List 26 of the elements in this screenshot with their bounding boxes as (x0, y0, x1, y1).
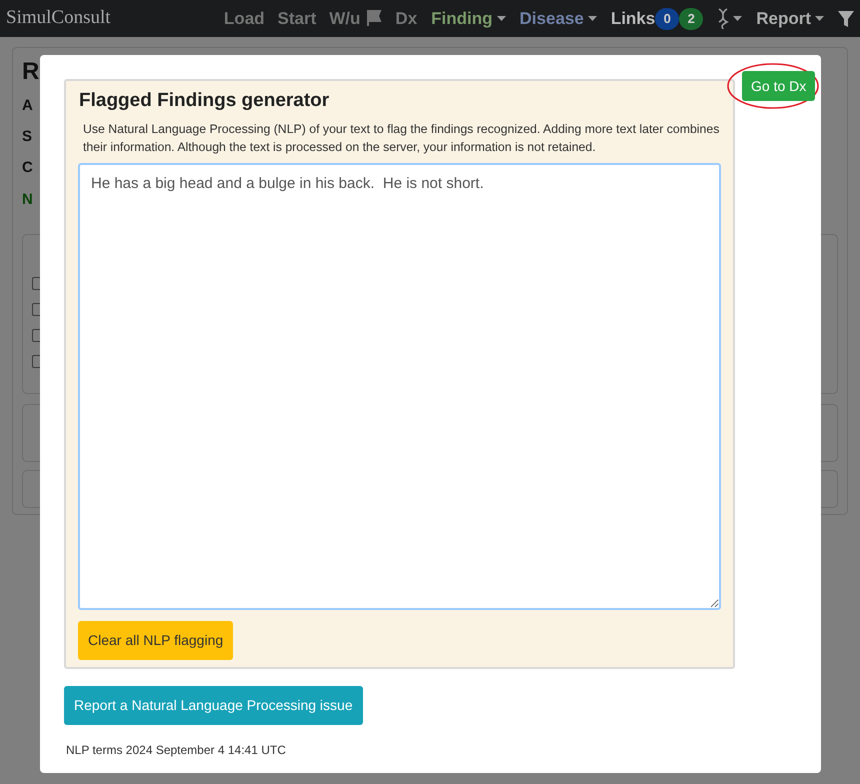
nav-link[interactable]: Links (610, 6, 656, 32)
logo[interactable]: SimulConsult (6, 4, 111, 33)
text-area[interactable]: He has a big head and a bulge in his back. He is not short. (78, 163, 721, 610)
panel-title: Flagged Findings generator (79, 89, 330, 113)
caret-icon[interactable] (733, 16, 742, 22)
caret-icon[interactable] (815, 16, 824, 22)
nav-menu[interactable]: Finding (431, 6, 506, 32)
caret-icon[interactable] (496, 16, 506, 22)
dna-menu[interactable] (717, 8, 742, 30)
count-badge: 0 (655, 8, 680, 30)
page-title: R (22, 57, 40, 87)
field-label: S (22, 127, 32, 147)
filter-icon[interactable] (838, 10, 854, 28)
count-badge: 2 (679, 8, 704, 30)
footer-text: NLP terms 2024 September 4 14:41 UTC (66, 742, 286, 759)
go-to-dx-button[interactable]: Go to Dx (742, 71, 816, 101)
report-button[interactable]: Report a Natural Language Processing issue (64, 686, 363, 725)
dna-icon[interactable] (717, 8, 730, 30)
field-label: A (22, 96, 33, 116)
nav-menu[interactable]: Disease (520, 6, 597, 32)
clear-button[interactable]: Clear all NLP flagging (78, 621, 234, 660)
description-text: Use Natural Language Processing (NLP) of your text to flag the findings recognized. Adding more text later combines their information. Although the text is processed on the server, your information is not retained. (83, 121, 720, 156)
nav-menu[interactable]: Report (756, 6, 824, 32)
caret-icon[interactable] (588, 16, 597, 22)
field-label: C (22, 158, 33, 178)
link[interactable]: N (22, 189, 33, 212)
